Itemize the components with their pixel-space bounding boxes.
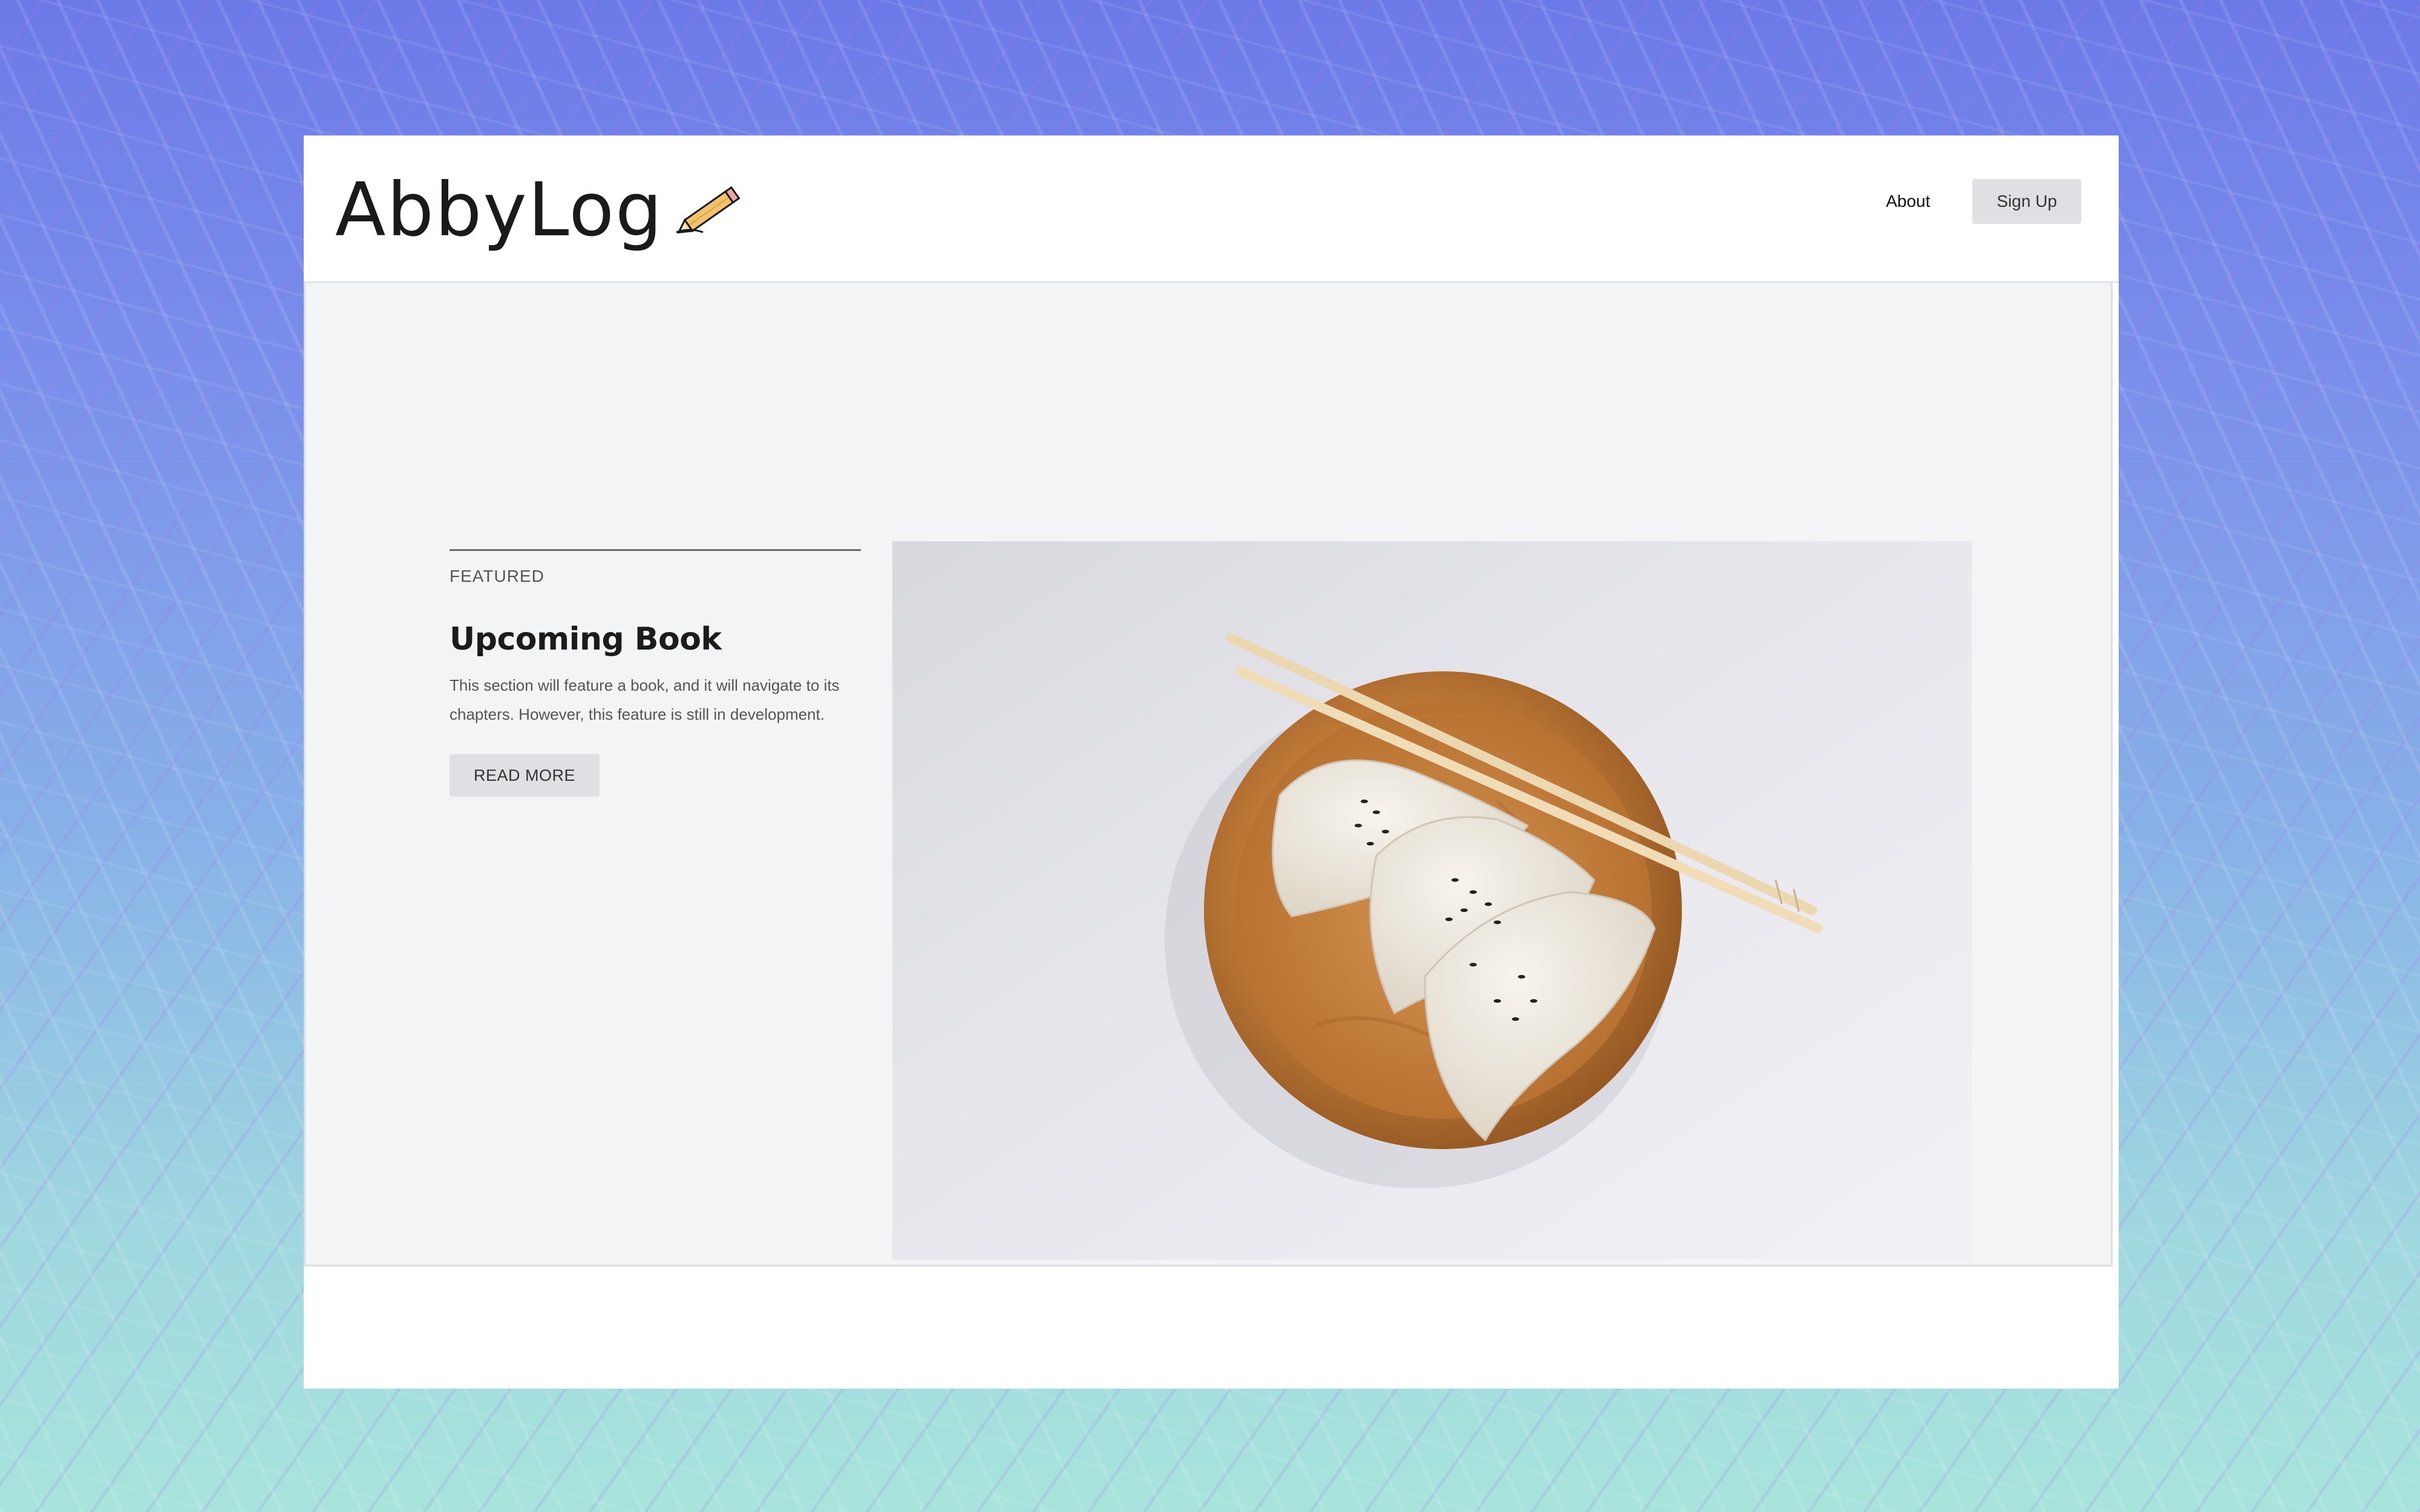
featured-image — [892, 541, 1972, 1260]
sign-up-button[interactable]: Sign Up — [1972, 179, 2081, 224]
featured-description: This section will feature a book, and it… — [450, 676, 840, 723]
featured-tag: FEATURED — [450, 567, 544, 585]
site-header: AbbyLog About Sign Up — [304, 135, 2119, 283]
featured-title: Upcoming Book — [450, 621, 722, 657]
browser-page: AbbyLog About Sign Up FEATURED Upcoming … — [304, 135, 2119, 1389]
logo-text: AbbyLog — [335, 167, 664, 253]
main-nav: About Sign Up — [1886, 179, 2081, 224]
divider — [450, 549, 861, 551]
nav-link-about[interactable]: About — [1886, 192, 1930, 211]
featured-section: FEATURED Upcoming Book This section will… — [304, 283, 2113, 1266]
read-more-button[interactable]: READ MORE — [450, 754, 600, 797]
site-logo[interactable]: AbbyLog — [335, 158, 750, 261]
pencil-icon — [676, 186, 741, 234]
featured-content: FEATURED Upcoming Book This section will… — [450, 549, 861, 797]
